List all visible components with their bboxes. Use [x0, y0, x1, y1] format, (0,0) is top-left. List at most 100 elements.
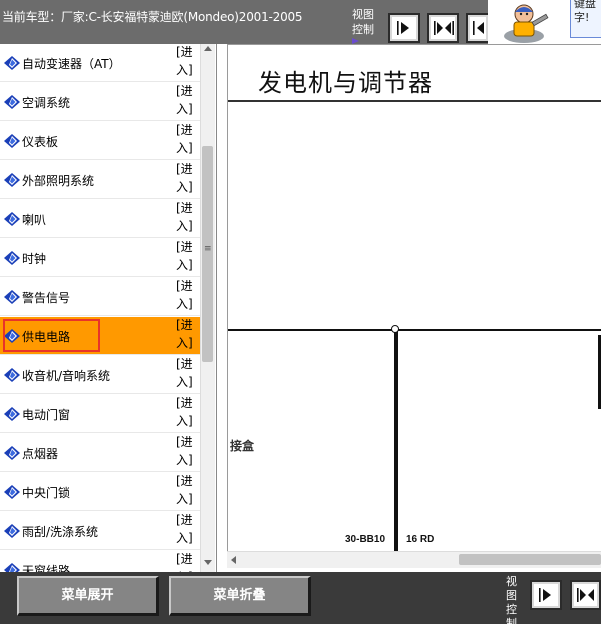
- sidebar-menu-item[interactable]: 电动门窗 [进入]: [0, 395, 200, 433]
- fit-arrows-icon: [577, 588, 594, 602]
- enter-link-line2: 入]: [176, 102, 193, 116]
- enter-link-line1: [进: [176, 201, 193, 215]
- sidebar-item-label: 自动变速器（AT）: [22, 57, 121, 71]
- enter-link[interactable]: [进入]: [176, 277, 198, 313]
- diagram-canvas[interactable]: 发电机与调节器 接盒 30-BB10 16 RD: [227, 44, 601, 552]
- enter-link-line2: 入]: [176, 297, 193, 311]
- scroll-down-arrow-icon[interactable]: [204, 560, 212, 565]
- step-forward-icon: [397, 21, 409, 35]
- sidebar-menu-item[interactable]: 自动变速器（AT） [进 入]: [0, 44, 200, 82]
- enter-link-line2: 入]: [176, 453, 193, 467]
- fit-view-button-bottom[interactable]: [570, 580, 601, 610]
- diamond-book-icon: [4, 524, 20, 538]
- sidebar-menu-item[interactable]: 空调系统 [进 入]: [0, 83, 200, 121]
- sidebar-item-label: 时钟: [22, 252, 47, 266]
- diamond-book-icon: [4, 368, 20, 382]
- ad-text-line2: 字!: [574, 11, 590, 24]
- mascot-mechanic-icon: [504, 4, 549, 43]
- bottom-toolbar: 菜单展开 菜单折叠 视图控制: [0, 572, 601, 630]
- sidebar-menu-item[interactable]: 时钟 [进 入]: [0, 239, 200, 277]
- diamond-book-icon: [4, 173, 20, 187]
- sidebar-item-label: 点烟器: [22, 447, 59, 461]
- collapse-menu-button[interactable]: 菜单折叠: [169, 576, 311, 616]
- enter-link[interactable]: [进入]: [176, 433, 198, 469]
- sidebar-vertical-scrollbar[interactable]: ≡: [200, 44, 215, 572]
- step-forward-button[interactable]: [388, 13, 420, 43]
- sidebar-item-label: 仪表板: [22, 135, 59, 149]
- view-control-label-bottom: 视图控制: [506, 575, 517, 630]
- sidebar-menu-item[interactable]: 点烟器 [进入]: [0, 434, 200, 472]
- sidebar-menu-item[interactable]: 天窗线路 [进入]: [0, 551, 200, 572]
- enter-link-line1: [进: [176, 513, 193, 527]
- enter-link[interactable]: [进入]: [176, 44, 198, 79]
- sidebar-menu-item[interactable]: 雨刮/洗涤系统 [进 入]: [0, 512, 200, 550]
- enter-link-line1: [进: [176, 162, 193, 176]
- horizontal-scrollbar-thumb[interactable]: [459, 554, 601, 565]
- enter-link[interactable]: [进入]: [176, 355, 198, 391]
- enter-link[interactable]: [进入]: [176, 160, 198, 196]
- expand-menu-button[interactable]: 菜单展开: [17, 576, 159, 616]
- sidebar-menu-item[interactable]: 喇叭 [进入]: [0, 200, 200, 238]
- step-back-button[interactable]: [466, 13, 490, 43]
- sidebar-menu-item[interactable]: 警告信号 [进 入]: [0, 278, 200, 316]
- scroll-left-arrow-icon[interactable]: [231, 556, 236, 564]
- enter-link[interactable]: [进入]: [176, 82, 198, 118]
- title-rule: [228, 100, 601, 102]
- enter-link[interactable]: [进入]: [176, 316, 198, 352]
- sidebar-item-label: 中央门锁: [22, 486, 71, 500]
- sidebar-item-label: 收音机/音响系统: [22, 369, 111, 383]
- enter-link[interactable]: [进入]: [176, 511, 198, 547]
- wire-code-label: 30-BB10: [345, 534, 386, 545]
- enter-link-line2: 入]: [176, 336, 193, 350]
- enter-link-line2: 入]: [176, 141, 193, 155]
- diamond-book-icon: [4, 407, 20, 421]
- enter-link-line2: 入]: [176, 414, 193, 428]
- enter-link-line2: 入]: [176, 531, 193, 545]
- view-control-label-line1: 视图: [352, 8, 374, 21]
- enter-link-line2: 入]: [176, 180, 193, 194]
- enter-link-line2: 入]: [176, 219, 193, 233]
- scrollbar-grip-icon: ≡: [204, 244, 212, 254]
- enter-link-line1: [进: [176, 45, 193, 59]
- diamond-book-icon: [4, 251, 20, 265]
- enter-link-line1: [进: [176, 396, 193, 410]
- diamond-book-icon: [4, 563, 20, 572]
- diamond-book-icon: [4, 56, 20, 70]
- view-control-label-line2: 控制: [352, 23, 374, 36]
- step-forward-button-bottom[interactable]: [530, 580, 562, 610]
- enter-link-line1: [进: [176, 84, 193, 98]
- sidebar-item-label: 电动门窗: [22, 408, 71, 422]
- fit-arrows-icon: [434, 21, 454, 35]
- ad-banner[interactable]: 键盘 字!: [488, 0, 601, 44]
- sidebar-menu-item[interactable]: 仪表板 [进 入]: [0, 122, 200, 160]
- enter-link-line1: [进: [176, 318, 193, 332]
- view-control-label: 视图 控制: [352, 7, 380, 44]
- enter-link[interactable]: [进入]: [176, 472, 198, 508]
- enter-link[interactable]: [进入]: [176, 394, 198, 430]
- sidebar-menu-item[interactable]: 收音机/音响系统 [进 入]: [0, 356, 200, 394]
- step-forward-icon: [539, 588, 551, 602]
- sidebar-item-label: 喇叭: [22, 213, 47, 227]
- enter-link[interactable]: [进入]: [176, 238, 198, 274]
- enter-link[interactable]: [进入]: [176, 199, 198, 235]
- top-bar: 当前车型：厂家:C-长安福特蒙迪欧(Mondeo)2001-2005 视图 控制: [0, 0, 601, 44]
- sidebar-item-label: 外部照明系统: [22, 174, 95, 188]
- vertical-wire: [394, 330, 398, 552]
- wire-junction-node: [391, 325, 399, 333]
- scroll-up-arrow-icon[interactable]: [204, 46, 212, 51]
- enter-link-line1: [进: [176, 435, 193, 449]
- enter-link[interactable]: [进入]: [176, 550, 198, 572]
- enter-link-line2: 入]: [176, 375, 193, 389]
- sidebar-menu-item[interactable]: 中央门锁 [进 入]: [0, 473, 200, 511]
- sidebar-menu-item[interactable]: 供电电路 [进 入]: [0, 317, 200, 355]
- fit-view-button[interactable]: [427, 13, 459, 43]
- scrollbar-thumb[interactable]: [202, 146, 213, 362]
- selection-highlight-box: [3, 319, 100, 352]
- enter-link[interactable]: [进入]: [176, 121, 198, 157]
- diamond-book-icon: [4, 485, 20, 499]
- diagram-horizontal-scrollbar[interactable]: [227, 551, 601, 568]
- ad-text: 键盘 字!: [574, 0, 601, 25]
- system-menu-sidebar: 自动变速器（AT） [进 入] 空调系统 [进 入] 仪表板 [进 入] 外部照明系统 [进 入] 喇叭…: [0, 44, 217, 572]
- sidebar-menu-item[interactable]: 外部照明系统 [进入]: [0, 161, 200, 199]
- diagram-title: 发电机与调节器: [258, 69, 433, 97]
